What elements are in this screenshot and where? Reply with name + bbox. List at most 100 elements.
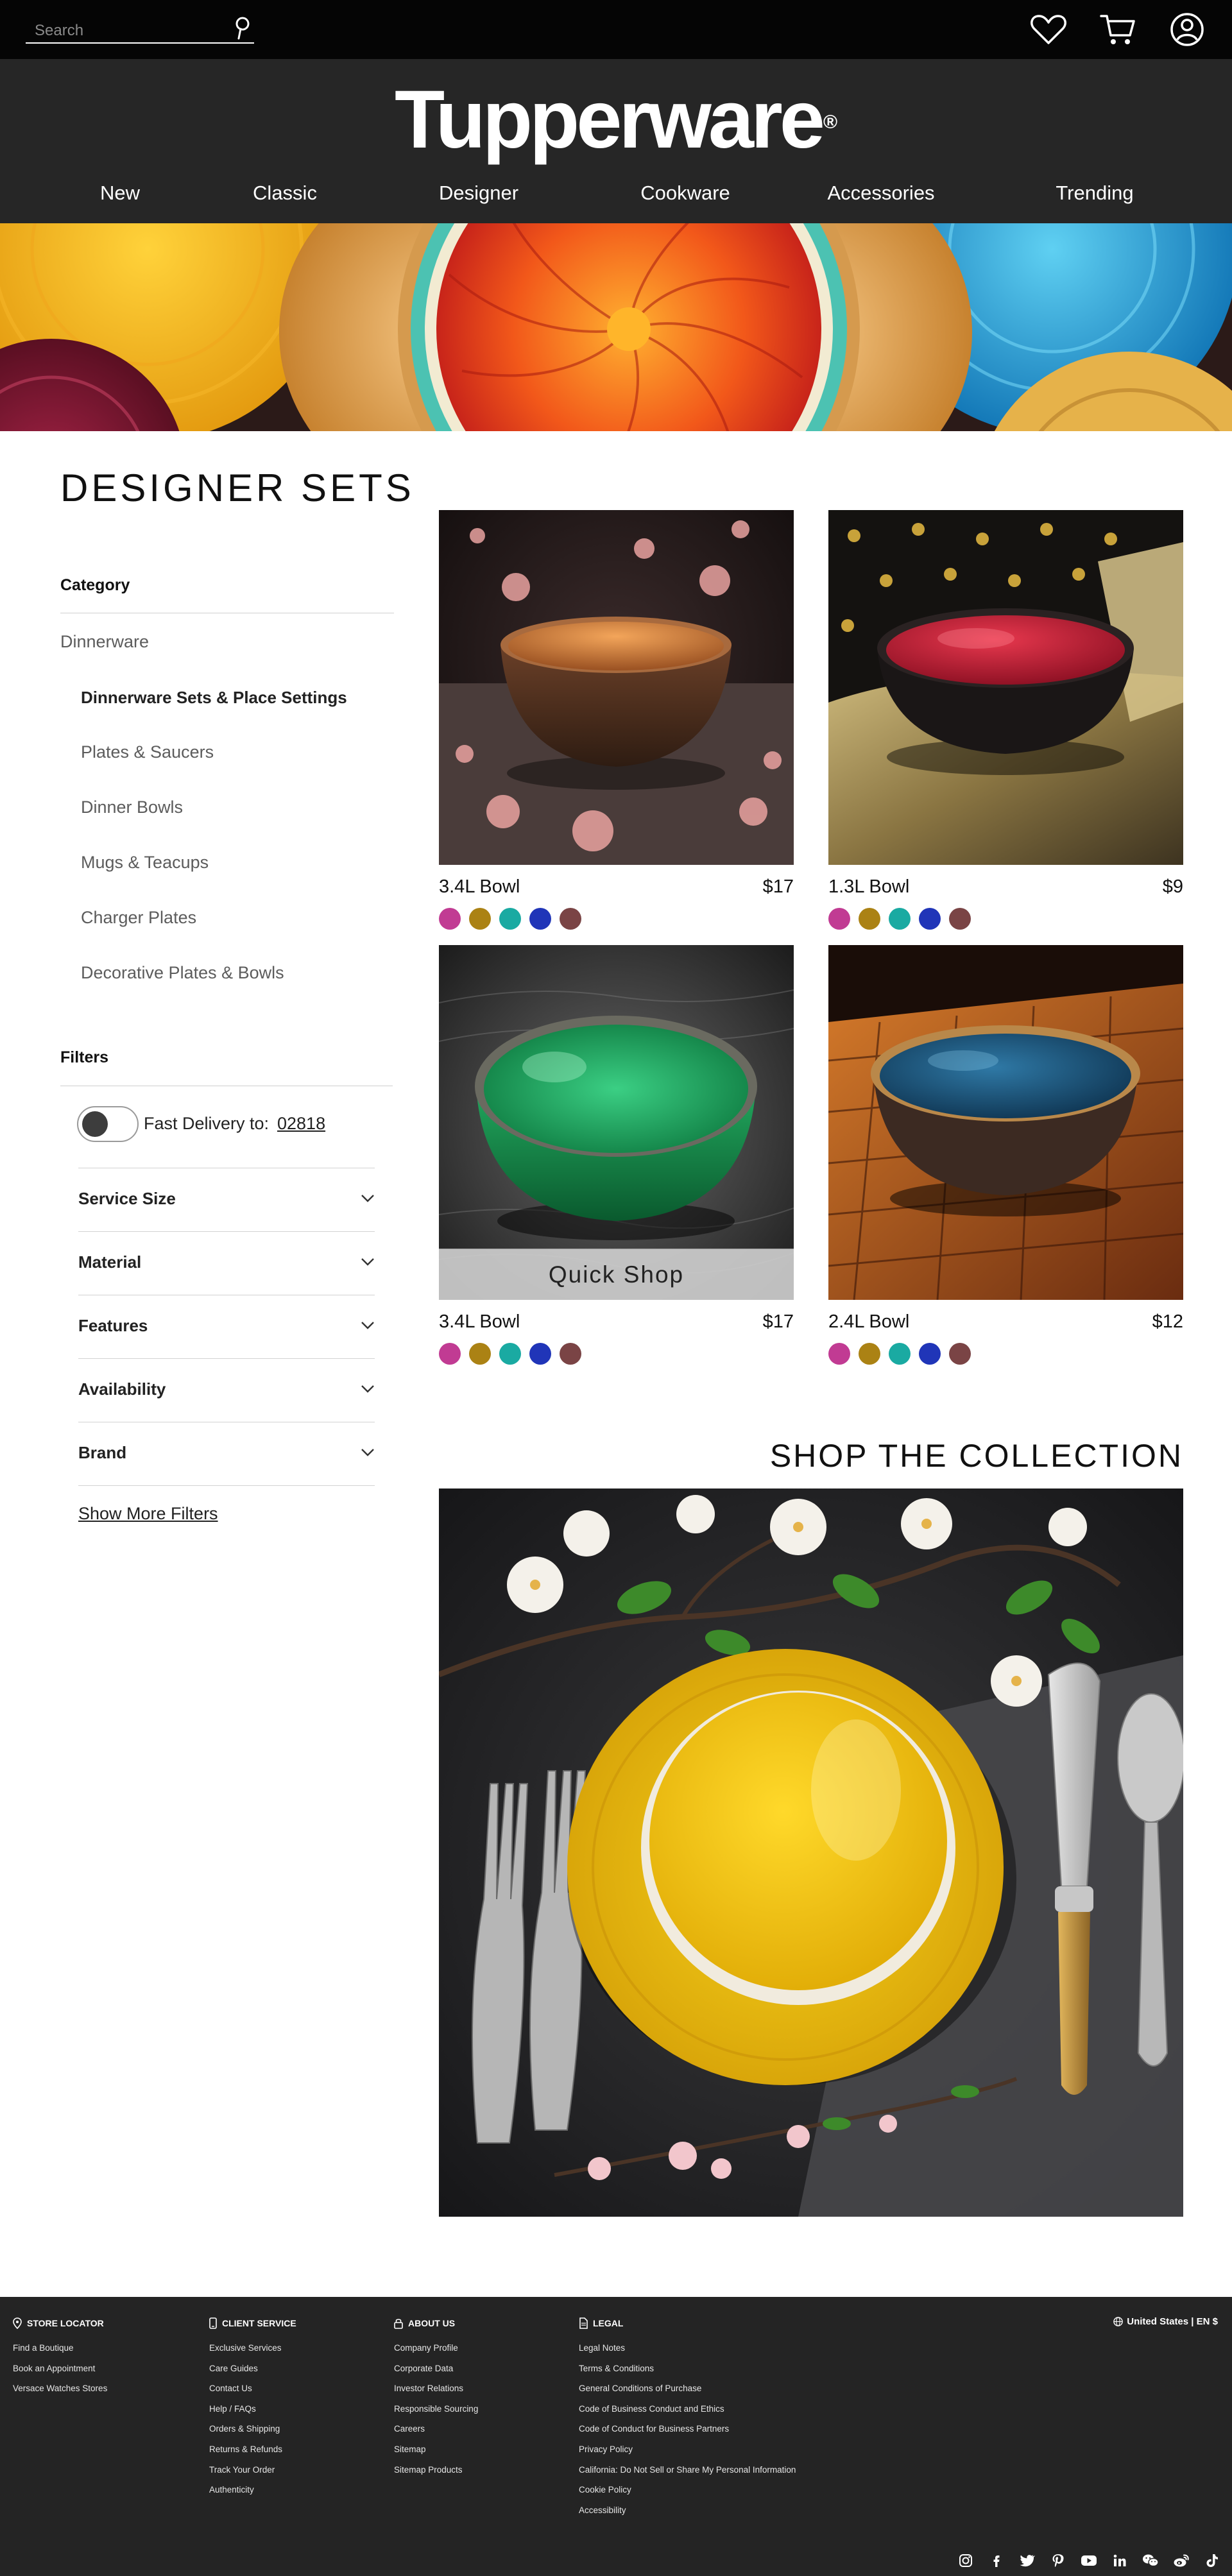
zip-code-link[interactable]: 02818 — [277, 1114, 325, 1134]
fast-delivery-toggle[interactable] — [77, 1106, 139, 1142]
footer-link[interactable]: California: Do Not Sell or Share My Pers… — [579, 2460, 796, 2480]
wishlist-heart-icon[interactable] — [1029, 12, 1068, 47]
footer-link[interactable]: Care Guides — [209, 2358, 296, 2379]
filter-brand[interactable]: Brand — [78, 1422, 375, 1486]
brand-logo[interactable]: Tupperware® — [0, 78, 1232, 162]
swatch-blue[interactable] — [919, 1343, 941, 1365]
swatch-gold[interactable] — [469, 908, 491, 930]
pinterest-icon[interactable] — [1048, 2551, 1068, 2570]
footer-link[interactable]: Sitemap Products — [394, 2460, 478, 2480]
swatch-blue[interactable] — [529, 1343, 551, 1365]
swatch-magenta[interactable] — [439, 908, 461, 930]
wechat-icon[interactable] — [1141, 2551, 1160, 2570]
weibo-icon[interactable] — [1172, 2551, 1191, 2570]
filter-availability[interactable]: Availability — [78, 1359, 375, 1422]
footer-link[interactable]: Book an Appointment — [13, 2358, 107, 2379]
search-input[interactable] — [35, 21, 227, 41]
tiktok-icon[interactable] — [1202, 2551, 1222, 2570]
footer-link[interactable]: Careers — [394, 2419, 478, 2439]
cart-icon[interactable] — [1099, 12, 1137, 47]
product-image-green-bowl[interactable]: Quick Shop — [439, 945, 794, 1300]
footer-link[interactable]: Privacy Policy — [579, 2439, 796, 2460]
footer-link[interactable]: Sitemap — [394, 2439, 478, 2460]
footer-link[interactable]: Corporate Data — [394, 2358, 478, 2379]
account-icon[interactable] — [1168, 12, 1206, 47]
swatch-blue[interactable] — [529, 908, 551, 930]
nav-new[interactable]: New — [100, 178, 140, 208]
subcategory-link[interactable]: Dinner Bowls — [81, 798, 183, 817]
footer-link[interactable]: Cookie Policy — [579, 2480, 796, 2500]
facebook-icon[interactable] — [987, 2551, 1006, 2570]
footer-link[interactable]: Orders & Shipping — [209, 2419, 296, 2439]
footer-link[interactable]: Help / FAQs — [209, 2399, 296, 2419]
swatch-gold[interactable] — [859, 908, 880, 930]
swatch-blue[interactable] — [919, 908, 941, 930]
product-image-brown-bowl[interactable] — [439, 510, 794, 865]
footer-link[interactable]: Authenticity — [209, 2480, 296, 2500]
swatch-gold[interactable] — [859, 1343, 880, 1365]
swatch-brown[interactable] — [560, 908, 581, 930]
swatch-brown[interactable] — [560, 1343, 581, 1365]
subcategory-link[interactable]: Mugs & Teacups — [81, 853, 209, 873]
filter-label: Service Size — [78, 1189, 176, 1208]
filter-material[interactable]: Material — [78, 1232, 375, 1295]
top-utility-bar — [0, 0, 1232, 59]
footer-link[interactable]: Company Profile — [394, 2338, 478, 2358]
subcategory-link[interactable]: Dinnerware Sets & Place Settings — [81, 688, 347, 708]
search-icon[interactable] — [232, 15, 254, 41]
twitter-icon[interactable] — [1018, 2551, 1037, 2570]
footer-link[interactable]: Accessibility — [579, 2500, 796, 2521]
footer-link[interactable]: Code of Business Conduct and Ethics — [579, 2399, 796, 2419]
product-name[interactable]: 3.4L Bowl — [439, 1311, 520, 1333]
subcategory-link[interactable]: Charger Plates — [81, 908, 196, 928]
footer-link[interactable]: Code of Conduct for Business Partners — [579, 2419, 796, 2439]
document-icon — [579, 2317, 588, 2329]
nav-accessories[interactable]: Accessories — [827, 178, 934, 208]
nav-designer[interactable]: Designer — [439, 178, 518, 208]
swatch-teal[interactable] — [499, 1343, 521, 1365]
footer-link[interactable]: Responsible Sourcing — [394, 2399, 478, 2419]
filter-features[interactable]: Features — [78, 1295, 375, 1359]
chevron-down-icon — [361, 1322, 374, 1329]
product-name[interactable]: 1.3L Bowl — [828, 876, 909, 898]
swatch-teal[interactable] — [889, 908, 911, 930]
footer-heading: CLIENT SERVICE — [209, 2317, 296, 2329]
subcategory-link[interactable]: Decorative Plates & Bowls — [81, 963, 284, 983]
footer-link[interactable]: Investor Relations — [394, 2378, 478, 2399]
quick-shop-button[interactable]: Quick Shop — [439, 1249, 794, 1300]
swatch-teal[interactable] — [499, 908, 521, 930]
filter-service-size[interactable]: Service Size — [78, 1168, 375, 1232]
site-header: Tupperware® New Classic Designer Cookwar… — [0, 59, 1232, 223]
product-image-red-bowl[interactable] — [828, 510, 1183, 865]
footer-link[interactable]: Versace Watches Stores — [13, 2378, 107, 2399]
footer-link[interactable]: Returns & Refunds — [209, 2439, 296, 2460]
footer-link[interactable]: Contact Us — [209, 2378, 296, 2399]
footer-link[interactable]: Legal Notes — [579, 2338, 796, 2358]
swatch-magenta[interactable] — [828, 908, 850, 930]
nav-trending[interactable]: Trending — [1056, 178, 1133, 208]
nav-cookware[interactable]: Cookware — [640, 178, 730, 208]
footer-link[interactable]: Track Your Order — [209, 2460, 296, 2480]
product-name[interactable]: 3.4L Bowl — [439, 876, 520, 898]
swatch-magenta[interactable] — [439, 1343, 461, 1365]
youtube-icon[interactable] — [1079, 2551, 1099, 2570]
footer-link[interactable]: Terms & Conditions — [579, 2358, 796, 2379]
nav-classic[interactable]: Classic — [253, 178, 317, 208]
swatch-magenta[interactable] — [828, 1343, 850, 1365]
linkedin-icon[interactable] — [1110, 2551, 1129, 2570]
show-more-filters-link[interactable]: Show More Filters — [78, 1504, 218, 1524]
footer-link[interactable]: Exclusive Services — [209, 2338, 296, 2358]
swatch-brown[interactable] — [949, 1343, 971, 1365]
collection-image-yellow-bowl-setting[interactable] — [439, 1488, 1183, 2217]
instagram-icon[interactable] — [956, 2551, 975, 2570]
product-name[interactable]: 2.4L Bowl — [828, 1311, 909, 1333]
locale-selector[interactable]: United States | EN $ — [1113, 2316, 1218, 2327]
footer-link[interactable]: Find a Boutique — [13, 2338, 107, 2358]
subcategory-link[interactable]: Plates & Saucers — [81, 742, 214, 762]
product-image-blue-bowl[interactable] — [828, 945, 1183, 1300]
swatch-brown[interactable] — [949, 908, 971, 930]
swatch-gold[interactable] — [469, 1343, 491, 1365]
footer-link[interactable]: General Conditions of Purchase — [579, 2378, 796, 2399]
swatch-teal[interactable] — [889, 1343, 911, 1365]
category-root-link[interactable]: Dinnerware — [60, 632, 149, 652]
